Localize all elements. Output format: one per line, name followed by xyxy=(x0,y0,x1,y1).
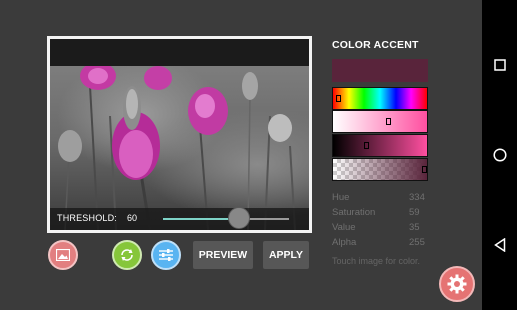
value-value: 35 xyxy=(409,222,420,233)
value-marker[interactable] xyxy=(364,142,369,149)
apply-button[interactable]: APPLY xyxy=(263,241,309,269)
alpha-value: 255 xyxy=(409,237,425,248)
alpha-marker[interactable] xyxy=(422,166,427,173)
hue-bar[interactable] xyxy=(332,87,428,110)
back-triangle-icon xyxy=(493,238,505,252)
app-main-area: THRESHOLD: 60 PREVIEW APPLY COLOR ACCENT… xyxy=(0,0,482,310)
photo-frame: THRESHOLD: 60 xyxy=(47,36,312,233)
alpha-bar[interactable] xyxy=(332,158,428,181)
saturation-marker[interactable] xyxy=(386,118,391,125)
value-bar[interactable] xyxy=(332,134,428,157)
settings-gear-icon xyxy=(447,274,467,294)
preview-button[interactable]: PREVIEW xyxy=(193,241,253,269)
threshold-slider-thumb[interactable] xyxy=(227,207,250,229)
home-circle-icon xyxy=(492,148,507,162)
threshold-slider[interactable] xyxy=(163,207,289,229)
touch-hint: Touch image for color. xyxy=(332,256,421,266)
gallery-button[interactable] xyxy=(48,240,78,270)
recents-button[interactable] xyxy=(482,50,517,80)
saturation-value: 59 xyxy=(409,207,420,218)
preview-image[interactable]: THRESHOLD: 60 xyxy=(50,66,309,230)
refresh-icon xyxy=(121,249,133,261)
home-button[interactable] xyxy=(482,140,517,170)
value-label: Value xyxy=(332,222,356,233)
settings-fab[interactable] xyxy=(439,266,475,302)
threshold-label: THRESHOLD: xyxy=(57,213,118,223)
hue-value: 334 xyxy=(409,192,425,203)
system-nav-bar xyxy=(482,0,517,310)
alpha-label: Alpha xyxy=(332,237,357,248)
panel-title: COLOR ACCENT xyxy=(332,39,419,51)
threshold-bar: THRESHOLD: 60 xyxy=(50,207,309,230)
saturation-label: Saturation xyxy=(332,207,376,218)
tune-sliders-icon xyxy=(159,249,173,261)
hue-marker[interactable] xyxy=(336,95,341,102)
saturation-bar[interactable] xyxy=(332,110,428,133)
selected-color-swatch xyxy=(332,59,428,82)
flower-photo xyxy=(58,66,296,230)
photo-top-bar xyxy=(50,39,309,66)
back-button[interactable] xyxy=(482,230,517,260)
refresh-button[interactable] xyxy=(112,240,142,270)
tune-button[interactable] xyxy=(151,240,181,270)
hue-label: Hue xyxy=(332,192,350,203)
threshold-value: 60 xyxy=(127,213,138,223)
recents-square-icon xyxy=(493,59,506,71)
image-icon xyxy=(56,249,70,261)
